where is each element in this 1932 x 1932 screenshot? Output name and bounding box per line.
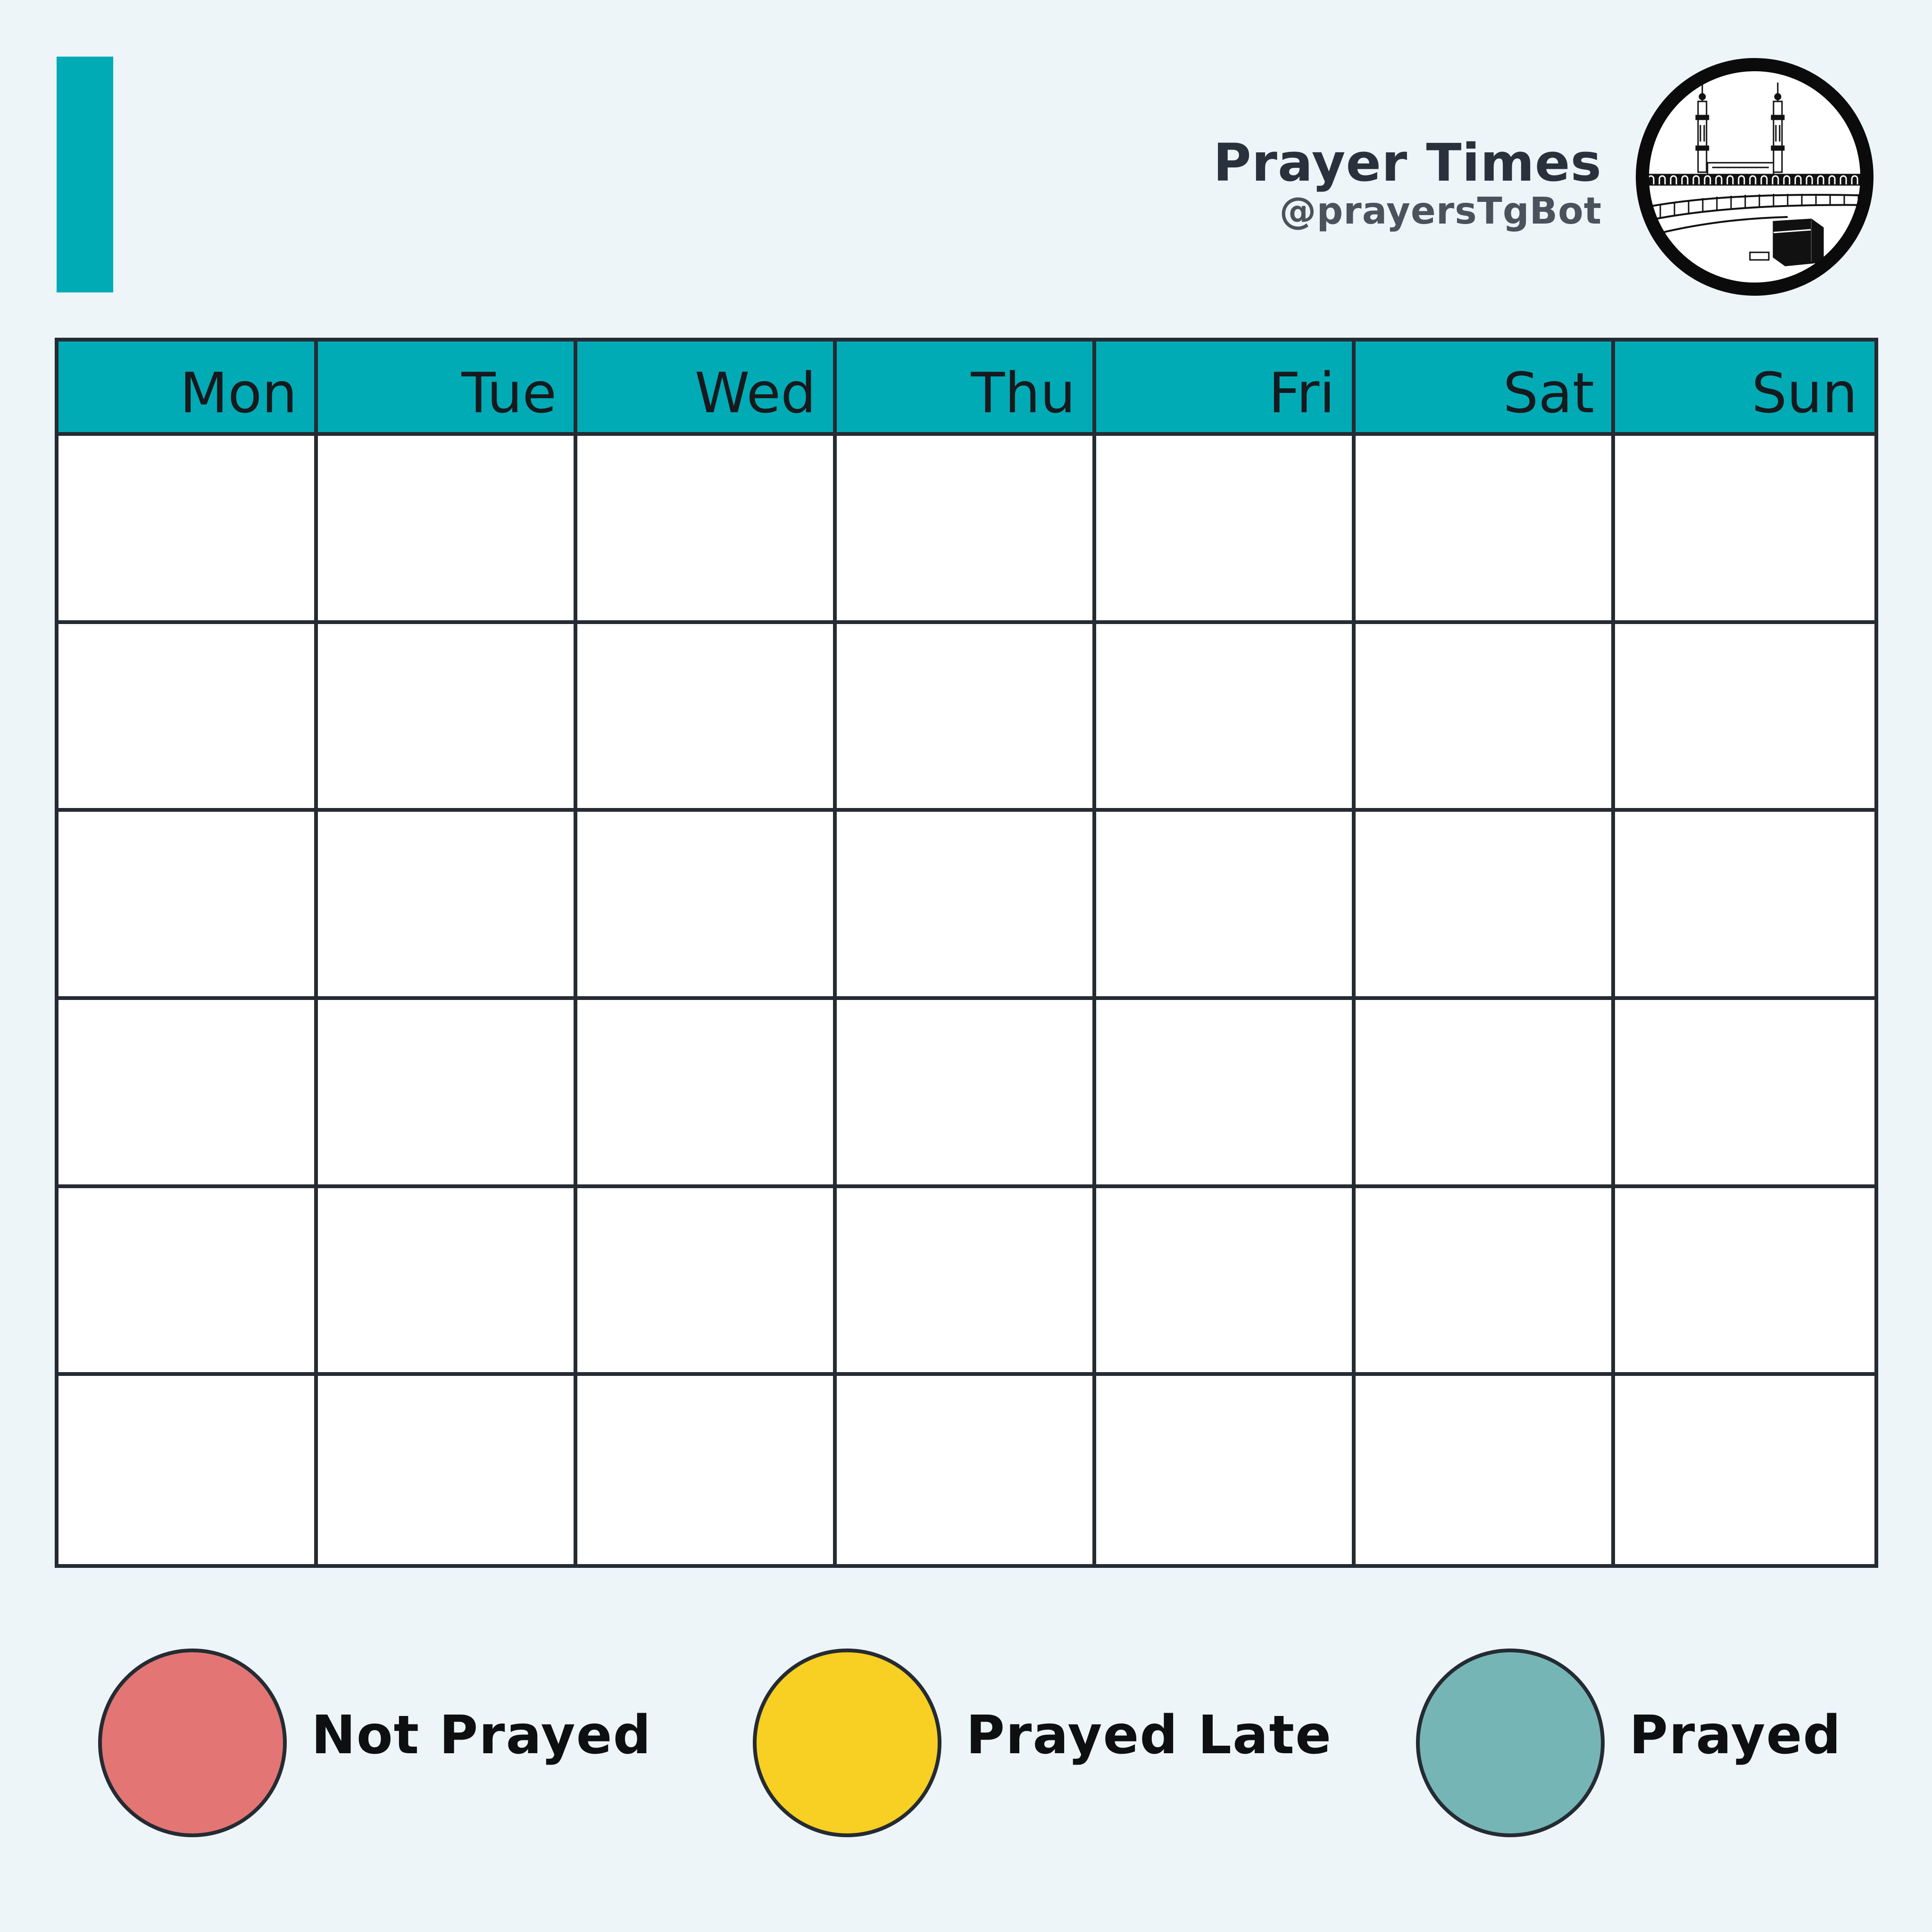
brand-block: Prayer Times @prayersTgBot (1213, 134, 1602, 232)
day-cell[interactable] (577, 812, 837, 1000)
legend-label: Not Prayed (311, 1705, 652, 1766)
day-cell[interactable] (577, 999, 837, 1188)
day-cell[interactable] (1615, 812, 1874, 1000)
day-header-tue: Tue (318, 341, 577, 436)
day-cell[interactable] (1356, 1188, 1615, 1376)
day-cell[interactable] (1356, 1376, 1615, 1564)
day-cell[interactable] (58, 999, 318, 1188)
day-cell[interactable] (318, 624, 577, 812)
day-cell[interactable] (1096, 812, 1356, 1000)
legend-not-prayed: Not Prayed (98, 1649, 652, 1837)
day-cell[interactable] (318, 1188, 577, 1376)
legend-label: Prayed (1629, 1705, 1842, 1766)
day-cell[interactable] (318, 1376, 577, 1564)
day-cell[interactable] (837, 624, 1096, 812)
day-cell[interactable] (58, 436, 318, 624)
kaaba (1773, 218, 1824, 266)
day-cell[interactable] (837, 812, 1096, 1000)
bot-handle: @prayersTgBot (1279, 190, 1602, 233)
day-header-wed: Wed (577, 341, 837, 436)
day-cell[interactable] (1356, 436, 1615, 624)
legend-label: Prayed Late (966, 1705, 1332, 1766)
day-cell[interactable] (58, 1376, 318, 1564)
day-header-sat: Sat (1356, 341, 1615, 436)
day-cell[interactable] (577, 1376, 837, 1564)
day-cell[interactable] (1615, 999, 1874, 1188)
legend-prayed-late: Prayed Late (753, 1649, 1332, 1837)
day-cell[interactable] (1356, 812, 1615, 1000)
day-cell[interactable] (837, 999, 1096, 1188)
page-title: Prayer Times (1213, 133, 1602, 193)
kaaba-mosque-icon (1636, 58, 1874, 296)
day-header-thu: Thu (837, 341, 1096, 436)
day-cell[interactable] (577, 436, 837, 624)
not-prayed-swatch (98, 1649, 287, 1837)
prayed-swatch (1416, 1649, 1605, 1837)
day-cell[interactable] (1096, 1188, 1356, 1376)
day-cell[interactable] (1615, 1188, 1874, 1376)
day-cell[interactable] (1356, 999, 1615, 1188)
day-cell[interactable] (1096, 624, 1356, 812)
day-cell[interactable] (1096, 1376, 1356, 1564)
day-cell[interactable] (318, 999, 577, 1188)
accent-bar (57, 57, 113, 292)
day-cell[interactable] (837, 1376, 1096, 1564)
legend-prayed: Prayed (1416, 1649, 1842, 1837)
day-cell[interactable] (1356, 624, 1615, 812)
day-cell[interactable] (58, 624, 318, 812)
day-header-mon: Mon (58, 341, 318, 436)
day-cell[interactable] (577, 624, 837, 812)
day-cell[interactable] (318, 436, 577, 624)
day-cell[interactable] (1615, 436, 1874, 624)
day-cell[interactable] (837, 1188, 1096, 1376)
calendar-grid: Mon Tue Wed Thu Fri Sat Sun (55, 338, 1878, 1568)
day-cell[interactable] (577, 1188, 837, 1376)
day-cell[interactable] (1615, 624, 1874, 812)
day-cell[interactable] (837, 436, 1096, 624)
day-header-sun: Sun (1615, 341, 1874, 436)
day-cell[interactable] (58, 1188, 318, 1376)
day-header-fri: Fri (1096, 341, 1356, 436)
day-cell[interactable] (1096, 436, 1356, 624)
day-cell[interactable] (58, 812, 318, 1000)
prayed-late-swatch (753, 1649, 941, 1837)
day-cell[interactable] (318, 812, 577, 1000)
day-cell[interactable] (1096, 999, 1356, 1188)
day-cell[interactable] (1615, 1376, 1874, 1564)
